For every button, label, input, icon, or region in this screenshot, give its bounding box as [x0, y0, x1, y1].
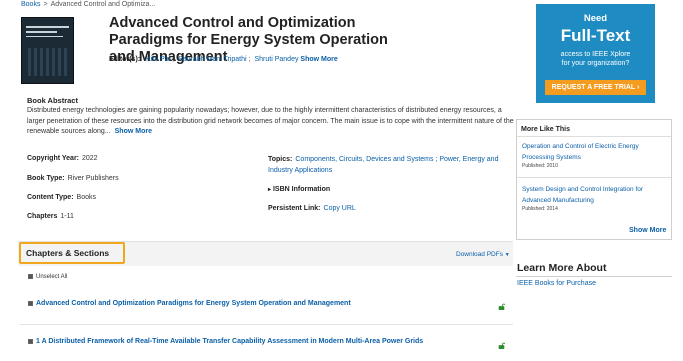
content-type: Content Type: Books — [27, 194, 96, 201]
unselect-all-control[interactable]: Unselect All — [28, 274, 67, 280]
chapter-title-link[interactable]: 1 A Distributed Framework of Real-Time A… — [36, 338, 423, 345]
isbn-information-toggle[interactable]: ▸ ISBN Information — [268, 186, 333, 193]
more-like-this-show-more-link[interactable]: Show More — [629, 227, 666, 234]
related-item-link[interactable]: Operation and Control of Electric Energy… — [522, 141, 672, 163]
breadcrumb-current: Advanced Control and Optimiza... — [50, 1, 156, 8]
isbn-label: ISBN Information — [272, 186, 331, 193]
editors-show-more-link[interactable]: Show More — [300, 56, 337, 63]
unlock-icon — [498, 342, 505, 349]
abstract-text-block: Distributed energy technologies are gain… — [27, 106, 517, 138]
ieee-books-purchase-link[interactable]: IEEE Books for Purchase — [517, 280, 596, 287]
topics-links[interactable]: Components, Circuits, Devices and System… — [268, 156, 498, 174]
chapter-title-link[interactable]: Advanced Control and Optimization Paradi… — [36, 300, 351, 307]
persistent-link-label: Persistent Link: — [268, 205, 321, 212]
content-type-value: Books — [76, 194, 97, 201]
download-pdfs-dropdown[interactable]: Download PDFs ▼ — [456, 251, 510, 258]
learn-more-heading: Learn More About — [517, 262, 607, 274]
chapter-row: 1 A Distributed Framework of Real-Time A… — [28, 338, 423, 345]
more-like-this-panel — [516, 119, 672, 240]
related-item-published: Published: 2010 — [522, 163, 558, 169]
chevron-right-icon: › — [636, 84, 640, 91]
chapters-value: 1-11 — [60, 213, 74, 220]
chapters-sections-heading: Chapters & Sections — [19, 242, 125, 264]
checkbox-icon[interactable] — [28, 300, 33, 306]
caret-right-icon: ▸ — [268, 187, 272, 193]
breadcrumb-books-link[interactable]: Books — [21, 1, 40, 8]
more-like-this-heading: More Like This — [521, 126, 571, 133]
abstract-heading: Book Abstract — [27, 96, 78, 105]
caret-down-icon: ▼ — [504, 252, 510, 258]
copyright-label: Copyright Year: — [27, 155, 79, 162]
editors-label: Editor(s): — [109, 56, 141, 63]
content-type-label: Content Type: — [27, 194, 74, 201]
copyright-year: Copyright Year: 2022 — [27, 155, 98, 162]
checkbox-icon[interactable] — [28, 338, 33, 344]
ad-full-text-heading: Full-Text — [560, 26, 631, 45]
checkbox-icon[interactable] — [28, 274, 33, 279]
editors-line: Editor(s): Kirti Pal; Saurabh Mani Tripa… — [109, 56, 338, 63]
related-item-link[interactable]: System Design and Control Integration fo… — [522, 184, 672, 206]
book-cover-image[interactable] — [21, 17, 74, 84]
chapter-row: Advanced Control and Optimization Paradi… — [28, 300, 351, 307]
editor-link[interactable]: Saurabh Mani Tripathi — [178, 56, 246, 63]
unselect-all-label: Unselect All — [36, 274, 68, 281]
panel-divider — [517, 177, 671, 178]
book-type-label: Book Type: — [27, 175, 65, 182]
unlock-icon — [498, 303, 505, 310]
chapters-label: Chapters — [27, 213, 58, 220]
ad-need-text: Need — [583, 13, 608, 24]
topics: Topics: Components, Circuits, Devices and… — [268, 154, 508, 176]
persistent-link: Persistent Link: Copy URL — [268, 205, 356, 212]
book-type: Book Type: River Publishers — [27, 175, 119, 182]
topics-label: Topics: — [268, 156, 293, 163]
book-type-value: River Publishers — [67, 175, 119, 182]
related-item-published: Published: 2014 — [522, 206, 558, 212]
related-item: System Design and Control Integration fo… — [522, 184, 672, 212]
download-pdfs-label: Download PDFs — [456, 251, 503, 258]
full-text-ad-banner[interactable]: Need Full-Text access to IEEE Xplore for… — [536, 4, 655, 103]
ad-access-text: access to IEEE Xplore for your organizat… — [560, 51, 631, 67]
copyright-value: 2022 — [82, 155, 98, 162]
editor-link[interactable]: Kirti Pal — [146, 56, 170, 63]
panel-divider — [517, 136, 671, 137]
row-divider — [20, 324, 513, 325]
chapters-range: Chapters 1-11 — [27, 213, 74, 220]
copy-url-link[interactable]: Copy URL — [324, 205, 356, 212]
abstract-text: Distributed energy technologies are gain… — [27, 107, 514, 135]
abstract-show-more-link[interactable]: Show More — [115, 128, 152, 135]
breadcrumb: Books > Advanced Control and Optimiza... — [21, 1, 155, 8]
editor-link[interactable]: Shruti Pandey — [254, 56, 298, 63]
breadcrumb-separator: > — [43, 1, 48, 8]
request-free-trial-button[interactable]: REQUEST A FREE TRIAL › — [545, 80, 646, 95]
related-item: Operation and Control of Electric Energy… — [522, 141, 672, 169]
learn-more-divider — [516, 276, 672, 277]
